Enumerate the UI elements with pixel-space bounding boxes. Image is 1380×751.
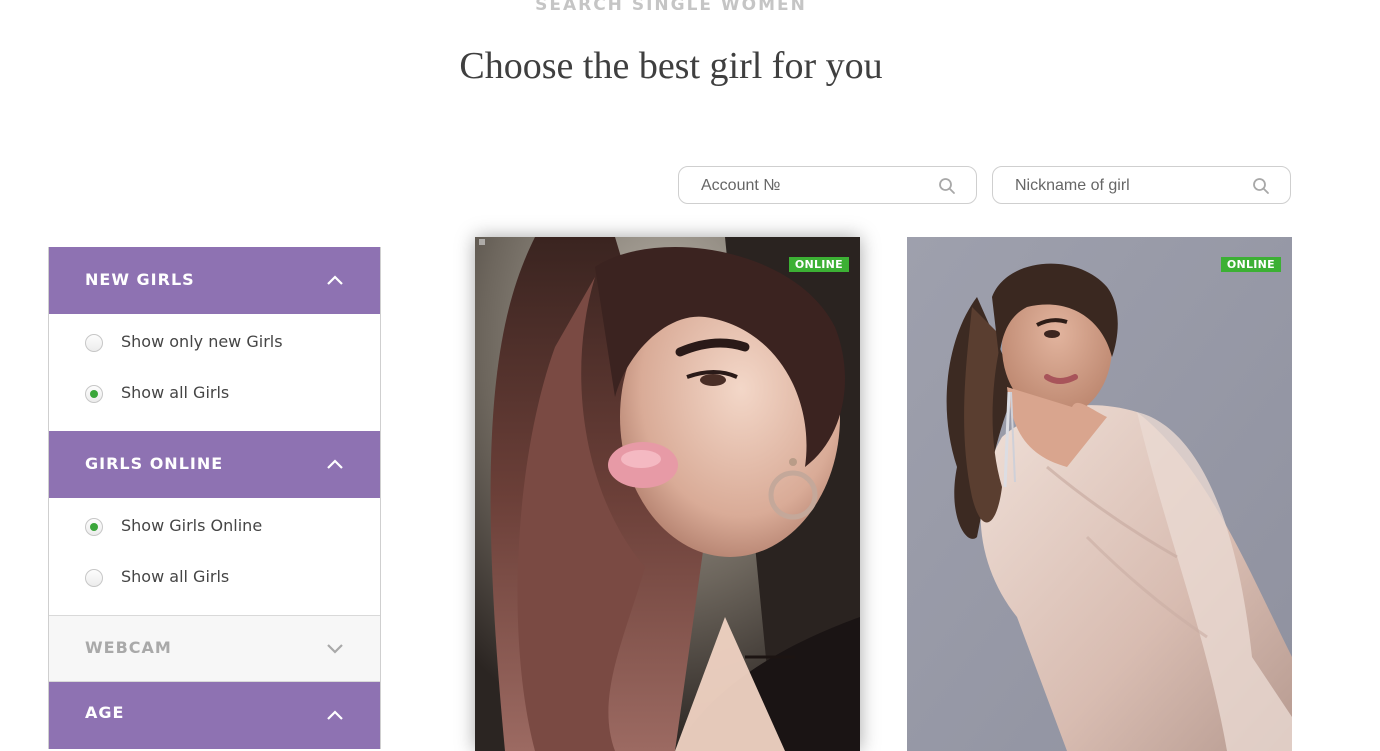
profile-photo[interactable] <box>907 237 1292 751</box>
radio-button[interactable] <box>85 334 103 352</box>
option-label: Show Girls Online <box>121 516 263 535</box>
option-label: Show all Girls <box>121 567 230 586</box>
nickname-search-box <box>992 166 1291 204</box>
section-kicker: SEARCH SINGLE WOMEN <box>535 0 807 15</box>
online-badge: ONLINE <box>1220 257 1281 272</box>
filter-header-new-girls[interactable]: NEW GIRLS <box>49 247 380 314</box>
radio-button-checked[interactable] <box>85 518 103 536</box>
radio-button[interactable] <box>85 569 103 587</box>
filter-title: NEW GIRLS <box>85 270 195 289</box>
profile-photo[interactable] <box>475 237 860 751</box>
filter-header-girls-online[interactable]: GIRLS ONLINE <box>49 431 380 498</box>
radio-show-only-new-girls[interactable]: Show only new Girls <box>49 314 380 365</box>
page-title: Choose the best girl for you <box>459 45 883 87</box>
profile-card[interactable]: ONLINE <box>475 237 860 751</box>
chevron-down-icon <box>327 644 343 654</box>
filter-title: GIRLS ONLINE <box>85 454 224 473</box>
option-label: Show all Girls <box>121 383 230 402</box>
search-icon[interactable] <box>1252 177 1270 195</box>
filter-body-new-girls: Show only new Girls Show all Girls <box>49 314 380 431</box>
profile-card[interactable]: ONLINE <box>907 237 1292 751</box>
nickname-input[interactable] <box>1015 175 1245 197</box>
radio-show-all-girls-online[interactable]: Show all Girls <box>49 549 380 600</box>
radio-button-checked[interactable] <box>85 385 103 403</box>
chevron-up-icon <box>327 459 343 469</box>
chevron-up-icon <box>327 710 343 720</box>
filter-title: WEBCAM <box>85 638 172 657</box>
online-badge: ONLINE <box>788 257 849 272</box>
search-icon[interactable] <box>938 177 956 195</box>
filter-header-age[interactable]: AGE <box>49 682 380 749</box>
account-search-box <box>678 166 977 204</box>
account-number-input[interactable] <box>701 175 931 197</box>
filter-title: AGE <box>85 703 125 722</box>
filter-header-webcam[interactable]: WEBCAM <box>49 615 380 682</box>
radio-show-all-girls[interactable]: Show all Girls <box>49 365 380 416</box>
chevron-up-icon <box>327 275 343 285</box>
option-label: Show only new Girls <box>121 332 283 351</box>
radio-show-girls-online[interactable]: Show Girls Online <box>49 498 380 549</box>
filter-sidebar: NEW GIRLS Show only new Girls Show all G… <box>48 247 381 749</box>
filter-body-girls-online: Show Girls Online Show all Girls <box>49 498 380 615</box>
